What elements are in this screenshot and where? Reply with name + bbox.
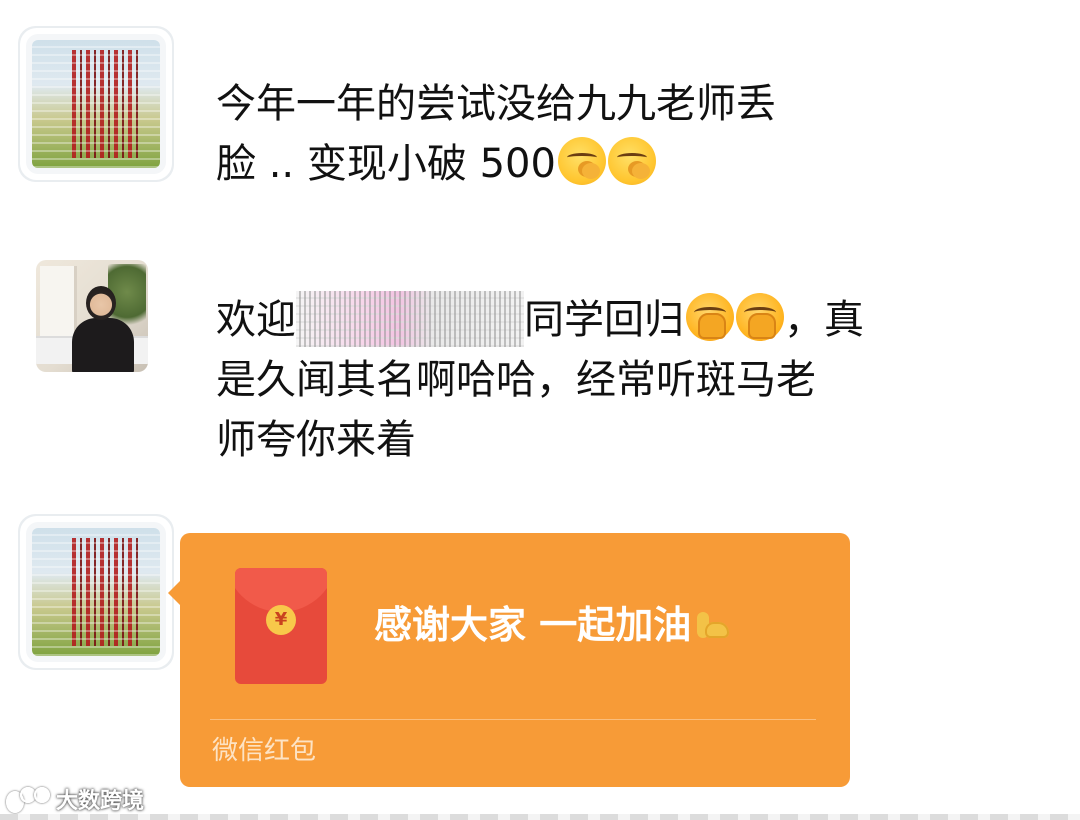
- smirk-emoji-icon: [607, 137, 656, 185]
- message-text: 同学回归: [524, 297, 684, 343]
- smirk-emoji-icon: [557, 137, 606, 185]
- message-line: 脸 .. 变现小破 500: [216, 134, 936, 194]
- red-packet-text: 感谢大家 一起加油: [374, 603, 692, 647]
- red-packet-footer: 微信红包: [212, 736, 317, 766]
- pixelated-name: [296, 291, 524, 347]
- chat-message: 今年一年的尝试没给九九老师丢 脸 .. 变现小破 500: [216, 74, 936, 194]
- avatar-window: [40, 266, 77, 346]
- avatar[interactable]: [32, 40, 160, 168]
- muscle-emoji-icon: [695, 606, 731, 642]
- red-packet-message: 感谢大家 一起加油: [374, 601, 731, 649]
- message-text: 欢迎: [216, 297, 296, 343]
- message-line: 欢迎 同学回归 ，真: [216, 290, 936, 350]
- avatar[interactable]: [32, 528, 160, 656]
- coin-icon: ¥: [266, 605, 296, 635]
- scanline-overlay: [32, 528, 160, 656]
- message-line: 师夸你来着: [216, 417, 416, 463]
- red-packet-card[interactable]: ¥ 感谢大家 一起加油 微信红包: [168, 533, 850, 787]
- message-line: 今年一年的尝试没给九九老师丢: [216, 81, 776, 127]
- shy-emoji-icon: [686, 293, 734, 341]
- message-text: 脸 .. 变现小破 500: [216, 141, 556, 187]
- message-line: 是久闻其名啊哈哈，经常听斑马老: [216, 357, 816, 403]
- scanline-overlay: [32, 40, 160, 168]
- message-text: ，真: [784, 297, 864, 343]
- avatar-person-head: [86, 286, 116, 320]
- watermark-text: 大数跨境: [56, 789, 145, 814]
- avatar-person-body: [72, 318, 134, 372]
- divider: [210, 719, 816, 720]
- avatar[interactable]: [36, 260, 148, 372]
- chat-message: 欢迎 同学回归 ，真 是久闻其名啊哈哈，经常听斑马老 师夸你来着: [216, 290, 936, 470]
- watermark-logo-icon: [6, 785, 50, 813]
- red-envelope-icon: ¥: [235, 568, 327, 684]
- shy-emoji-icon: [736, 293, 784, 341]
- cropped-bottom-strip: [0, 814, 1080, 820]
- watermark: 大数跨境: [6, 782, 144, 816]
